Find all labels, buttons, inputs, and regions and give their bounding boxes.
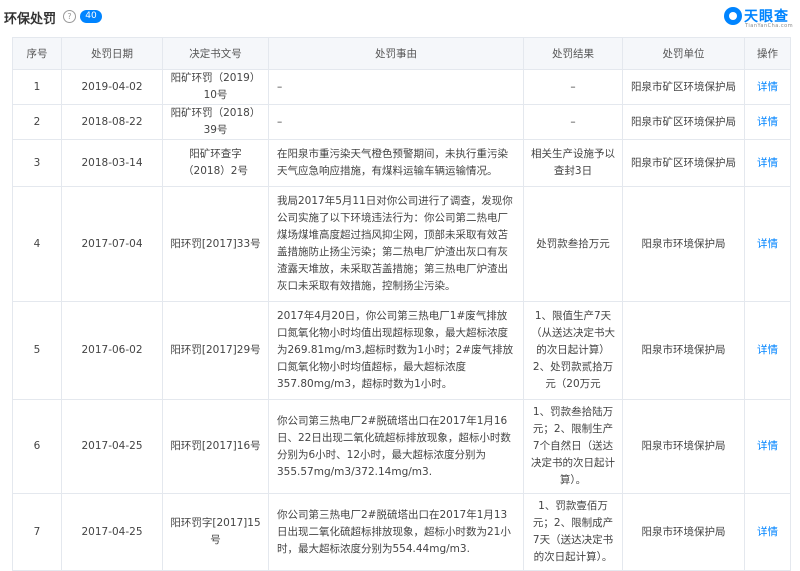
- cell-date: 2017-04-25: [61, 399, 163, 494]
- col-header-reason: 处罚事由: [268, 37, 524, 70]
- section-title: 环保处罚: [4, 12, 57, 27]
- cell-unit: 阳泉市矿区环境保护局: [622, 104, 745, 140]
- cell-doc: 阳矿环查字（2018）2号: [162, 139, 269, 187]
- col-header-doc: 决定书文号: [162, 37, 269, 70]
- cell-no: 1: [12, 69, 62, 105]
- table-row: 2 2018-08-22 阳矿环罚（2018）39号 – – 阳泉市矿区环境保护…: [12, 104, 791, 140]
- cell-result: 处罚款叁拾万元: [523, 186, 623, 302]
- cell-date: 2019-04-02: [61, 69, 163, 105]
- cell-doc: 阳环罚[2017]16号: [162, 399, 269, 494]
- table-row: 7 2017-04-25 阳环罚字[2017]15号 你公司第三热电厂2#脱硫塔…: [12, 493, 791, 571]
- cell-unit: 阳泉市环境保护局: [622, 493, 745, 571]
- cell-date: 2017-06-02: [61, 301, 163, 400]
- section-header: 环保处罚 ? 40 天眼查 TianYanCha.com: [0, 0, 800, 36]
- cell-unit: 阳泉市环境保护局: [622, 301, 745, 400]
- cell-doc: 阳矿环罚（2019）10号: [162, 69, 269, 105]
- cell-result: –: [523, 104, 623, 140]
- detail-link[interactable]: 详情: [744, 139, 791, 187]
- cell-no: 5: [12, 301, 62, 400]
- detail-link[interactable]: 详情: [744, 186, 791, 302]
- logo-subtext: TianYanCha.com: [745, 23, 794, 29]
- cell-result: 1、限值生产7天（从送达决定书大的次日起计算）2、处罚款贰拾万元（20万元: [523, 301, 623, 400]
- penalty-table: 序号 处罚日期 决定书文号 处罚事由 处罚结果 处罚单位 操作 1 2019-0…: [12, 37, 791, 571]
- cell-result: 1、罚款叁拾陆万元；2、限制生产7个自然日（送达决定书的次日起计算）。: [523, 399, 623, 494]
- count-badge: 40: [80, 10, 102, 23]
- cell-doc: 阳矿环罚（2018）39号: [162, 104, 269, 140]
- table-row: 6 2017-04-25 阳环罚[2017]16号 你公司第三热电厂2#脱硫塔出…: [12, 399, 791, 494]
- cell-no: 7: [12, 493, 62, 571]
- detail-link[interactable]: 详情: [744, 301, 791, 400]
- cell-unit: 阳泉市环境保护局: [622, 186, 745, 302]
- cell-doc: 阳环罚字[2017]15号: [162, 493, 269, 571]
- cell-result: –: [523, 69, 623, 105]
- cell-date: 2017-04-25: [61, 493, 163, 571]
- cell-reason: 你公司第三热电厂2#脱硫塔出口在2017年1月16日、22日出现二氧化硫超标排放…: [268, 399, 524, 494]
- logo-mark-icon: [724, 7, 742, 25]
- cell-result: 相关生产设施予以查封3日: [523, 139, 623, 187]
- cell-doc: 阳环罚[2017]33号: [162, 186, 269, 302]
- cell-doc: 阳环罚[2017]29号: [162, 301, 269, 400]
- tianyancha-logo: 天眼查 TianYanCha.com: [724, 4, 794, 32]
- table-row: 1 2019-04-02 阳矿环罚（2019）10号 – – 阳泉市矿区环境保护…: [12, 69, 791, 105]
- cell-reason: 我局2017年5月11日对你公司进行了调查，发现你公司实施了以下环境违法行为：你…: [268, 186, 524, 302]
- table-row: 3 2018-03-14 阳矿环查字（2018）2号 在阳泉市重污染天气橙色预警…: [12, 139, 791, 187]
- col-header-date: 处罚日期: [61, 37, 163, 70]
- help-icon[interactable]: ?: [63, 10, 76, 23]
- col-header-unit: 处罚单位: [622, 37, 745, 70]
- detail-link[interactable]: 详情: [744, 493, 791, 571]
- col-header-no: 序号: [12, 37, 62, 70]
- cell-date: 2018-08-22: [61, 104, 163, 140]
- cell-reason: 在阳泉市重污染天气橙色预警期间，未执行重污染天气应急响应措施，有煤料运输车辆运输…: [268, 139, 524, 187]
- cell-no: 6: [12, 399, 62, 494]
- cell-reason: 2017年4月20日，你公司第三热电厂1#废气排放口氮氧化物小时均值出现超标现象…: [268, 301, 524, 400]
- detail-link[interactable]: 详情: [744, 399, 791, 494]
- cell-unit: 阳泉市环境保护局: [622, 399, 745, 494]
- cell-no: 4: [12, 186, 62, 302]
- detail-link[interactable]: 详情: [744, 104, 791, 140]
- cell-date: 2017-07-04: [61, 186, 163, 302]
- cell-no: 2: [12, 104, 62, 140]
- cell-result: 1、罚款壹佰万元；2、限制成产7天（送达决定书的次日起计算）。: [523, 493, 623, 571]
- table-header-row: 序号 处罚日期 决定书文号 处罚事由 处罚结果 处罚单位 操作: [12, 37, 791, 70]
- col-header-result: 处罚结果: [523, 37, 623, 70]
- cell-reason: –: [268, 69, 524, 105]
- cell-unit: 阳泉市矿区环境保护局: [622, 69, 745, 105]
- cell-unit: 阳泉市矿区环境保护局: [622, 139, 745, 187]
- cell-no: 3: [12, 139, 62, 187]
- detail-link[interactable]: 详情: [744, 69, 791, 105]
- table-row: 5 2017-06-02 阳环罚[2017]29号 2017年4月20日，你公司…: [12, 301, 791, 400]
- col-header-action: 操作: [744, 37, 791, 70]
- cell-date: 2018-03-14: [61, 139, 163, 187]
- table-row: 4 2017-07-04 阳环罚[2017]33号 我局2017年5月11日对你…: [12, 186, 791, 302]
- cell-reason: –: [268, 104, 524, 140]
- cell-reason: 你公司第三热电厂2#脱硫塔出口在2017年1月13日出现二氧化硫超标排放现象，超…: [268, 493, 524, 571]
